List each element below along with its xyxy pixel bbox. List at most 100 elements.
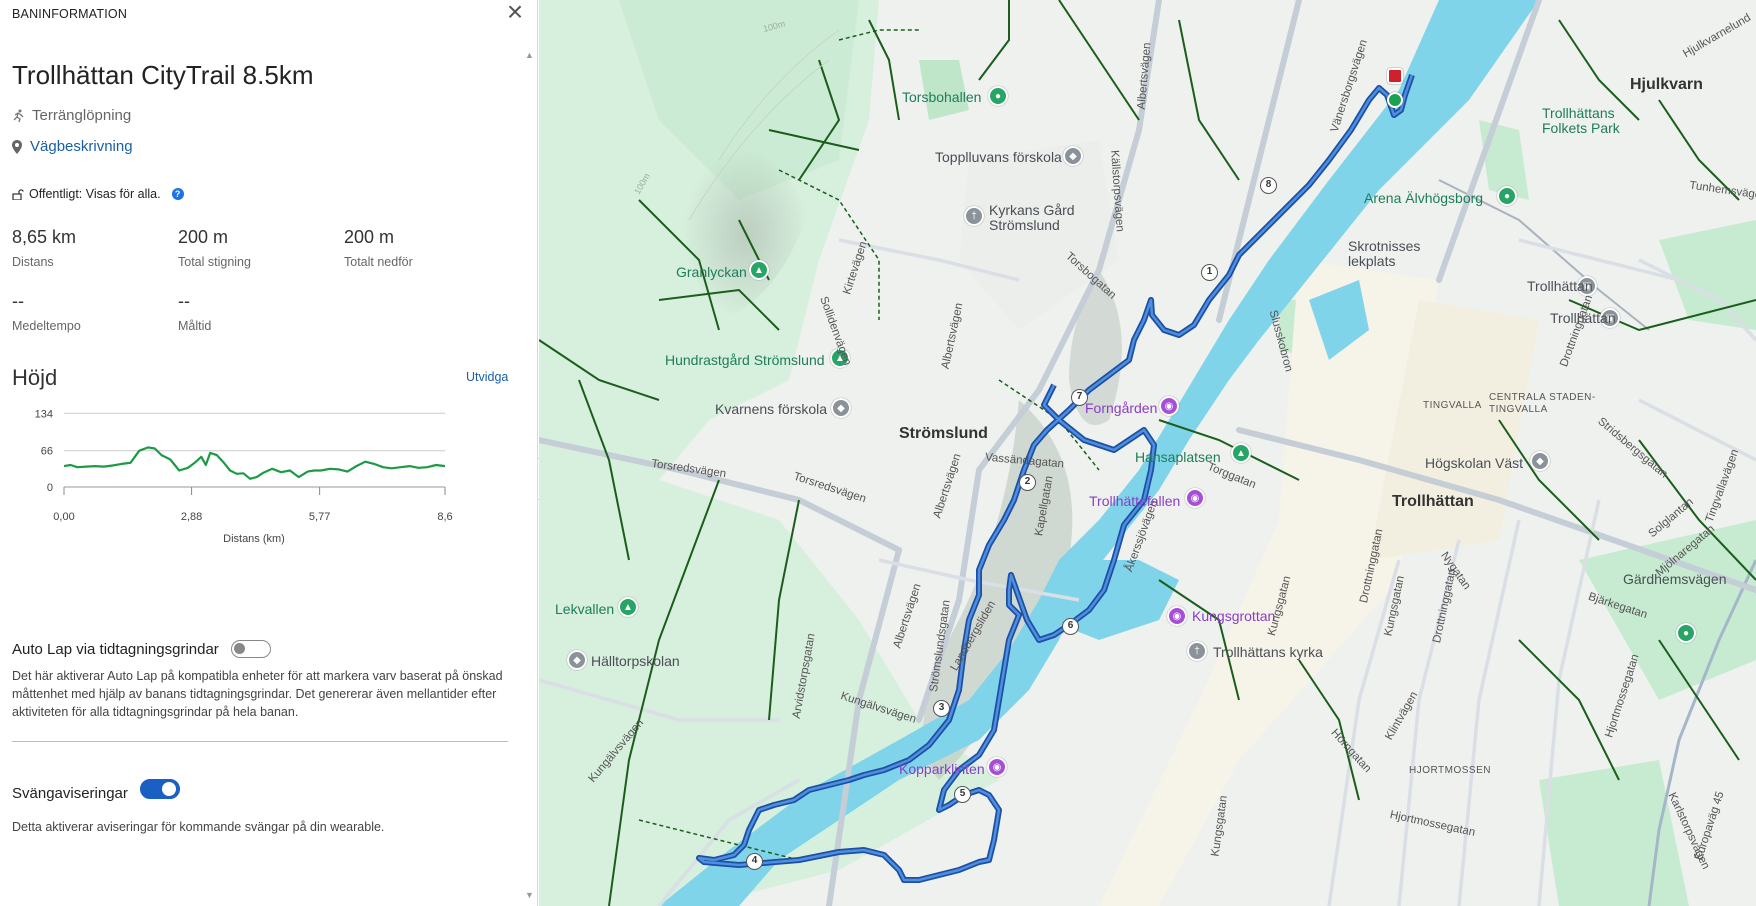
place-label[interactable]: Forngården xyxy=(1085,400,1157,416)
school-icon[interactable]: ◆ xyxy=(831,398,851,418)
place-label[interactable]: Arena Älvhögsborg xyxy=(1364,190,1483,206)
park-icon[interactable]: ▲ xyxy=(749,260,769,280)
place-label[interactable]: Högskolan Väst xyxy=(1425,455,1523,471)
stat-total-ascent: 200 m Total stigning xyxy=(178,227,251,269)
elevation-line xyxy=(63,446,446,480)
sport-venue-icon[interactable]: ● xyxy=(1497,186,1517,206)
x-tick-label: 8,6 xyxy=(437,511,452,523)
place-label[interactable]: Topplluvans förskola xyxy=(935,149,1062,165)
auto-lap-toggle[interactable] xyxy=(230,640,271,658)
place-label[interactable]: Kyrkans Gård Strömslund xyxy=(989,203,1119,233)
park-icon[interactable]: ▲ xyxy=(618,597,638,617)
auto-lap-description: Det här aktiverar Auto Lap på kompatibla… xyxy=(12,669,503,719)
app-root: BANINFORMATION × ▲ ▼ Trollhättan CityTra… xyxy=(0,0,1756,906)
place-label[interactable]: Kvarnens förskola xyxy=(715,401,827,417)
y-tick-label: 134 xyxy=(35,408,53,420)
close-icon[interactable]: × xyxy=(500,0,530,26)
stat-label: Medeltempo xyxy=(12,319,81,333)
school-icon[interactable]: ◆ xyxy=(1063,146,1083,166)
x-tick-label: 0,00 xyxy=(53,511,74,523)
waypoint-marker[interactable]: 4 xyxy=(746,853,763,870)
location-pin-icon xyxy=(12,139,22,154)
place-label[interactable]: Trollhättans Folkets Park xyxy=(1542,106,1652,136)
map-view[interactable]: 100m 100m 1 2 3 4 5 6 7 8 Torsbohallen ●… xyxy=(539,0,1756,906)
directions-row: Vägbeskrivning xyxy=(12,138,133,155)
finish-flag-icon[interactable] xyxy=(1387,68,1403,84)
district-label: Strömslund xyxy=(899,425,988,442)
road-label: Gärdhemsvägen xyxy=(1623,571,1727,587)
place-label[interactable]: Hälltorpskolan xyxy=(591,653,680,669)
panel-header: BANINFORMATION xyxy=(12,7,128,21)
y-tick-label: 0 xyxy=(47,482,53,494)
church-icon[interactable]: † xyxy=(964,206,984,226)
stat-label: Totalt nedför xyxy=(344,255,413,269)
stat-label: Total stigning xyxy=(178,255,251,269)
auto-lap-row: Auto Lap via tidtagningsgrindar xyxy=(12,640,271,658)
park-icon[interactable]: ▲ xyxy=(1231,443,1251,463)
stat-value: 8,65 km xyxy=(12,227,77,247)
running-icon xyxy=(13,109,24,122)
stat-value: 200 m xyxy=(344,227,395,247)
turn-alerts-row: Svängaviseringar xyxy=(12,775,180,802)
attraction-icon[interactable]: ◉ xyxy=(1185,488,1205,508)
privacy-row: Offentligt: Visas för alla. ? xyxy=(12,187,184,201)
waypoint-marker[interactable]: 3 xyxy=(933,700,950,717)
turn-alerts-label: Svängaviseringar xyxy=(12,785,128,802)
directions-link[interactable]: Vägbeskrivning xyxy=(30,138,133,155)
stat-value: -- xyxy=(178,291,190,311)
activity-type: Terränglöpning xyxy=(12,107,131,124)
expand-link[interactable]: Utvidga xyxy=(466,370,508,384)
waypoint-marker[interactable]: 5 xyxy=(954,786,971,803)
stat-avg-pace: -- Medeltempo xyxy=(12,291,81,333)
place-label[interactable]: Hansaplatsen xyxy=(1135,449,1221,465)
stat-value: -- xyxy=(12,291,24,311)
school-icon[interactable]: ◆ xyxy=(567,650,587,670)
waypoint-marker[interactable]: 8 xyxy=(1260,177,1277,194)
divider xyxy=(12,741,508,742)
place-label[interactable]: Torsbohallen xyxy=(902,89,981,105)
scroll-up-arrow-icon[interactable]: ▲ xyxy=(525,50,534,60)
stat-value: 200 m xyxy=(178,227,229,247)
place-label[interactable]: Trollhättefallen xyxy=(1089,493,1180,509)
park-icon[interactable]: ● xyxy=(1676,623,1696,643)
x-axis-label: Distans (km) xyxy=(223,533,285,545)
school-icon[interactable]: ◆ xyxy=(1530,451,1550,471)
district-label: Hjulkvarn xyxy=(1630,76,1703,93)
stat-distance: 8,65 km Distans xyxy=(12,227,76,269)
place-label[interactable]: Trollhättans kyrka xyxy=(1213,644,1323,660)
waypoint-marker[interactable]: 6 xyxy=(1062,618,1079,635)
sport-venue-icon[interactable]: ● xyxy=(988,86,1008,106)
attraction-icon[interactable]: ◉ xyxy=(1167,606,1187,626)
turn-alerts-toggle[interactable] xyxy=(139,778,180,799)
y-tick-label: 66 xyxy=(41,446,53,458)
elevation-chart: 2001346600,002,885,778,6Distans (km) xyxy=(35,408,453,545)
place-label[interactable]: Kopparklinten xyxy=(899,761,985,777)
x-tick-label: 2,88 xyxy=(181,511,202,523)
place-label[interactable]: Hundrastgård Strömslund xyxy=(665,352,825,368)
turn-alerts-description: Detta aktiverar aviseringar för kommande… xyxy=(12,820,385,834)
place-label[interactable]: Trollhättan xyxy=(1527,278,1593,294)
unlock-icon xyxy=(12,189,24,200)
church-icon[interactable]: † xyxy=(1187,641,1207,661)
waypoint-marker[interactable]: 2 xyxy=(1019,474,1036,491)
course-title: Trollhättan CityTrail 8.5km xyxy=(12,60,314,90)
scroll-down-arrow-icon[interactable]: ▼ xyxy=(525,890,534,900)
stat-goal-time: -- Måltid xyxy=(178,291,211,333)
city-label: Trollhättan xyxy=(1392,493,1474,510)
attraction-icon[interactable]: ◉ xyxy=(987,757,1007,777)
course-info-panel: BANINFORMATION × ▲ ▼ Trollhättan CityTra… xyxy=(0,0,538,906)
stat-total-descent: 200 m Totalt nedför xyxy=(344,227,413,269)
activity-label: Terränglöpning xyxy=(32,107,132,124)
place-label[interactable]: Granlyckan xyxy=(676,264,747,280)
district-label: TINGVALLA xyxy=(1423,400,1482,411)
waypoint-marker[interactable]: 1 xyxy=(1201,264,1218,281)
attraction-icon[interactable]: ◉ xyxy=(1159,396,1179,416)
info-icon[interactable]: ? xyxy=(171,188,184,200)
place-label[interactable]: Lekvallen xyxy=(555,601,614,617)
x-tick-label: 5,77 xyxy=(309,511,330,523)
place-label[interactable]: Skrotnisses lekplats xyxy=(1348,239,1428,269)
stat-label: Distans xyxy=(12,255,54,269)
place-label[interactable]: Kungsgrottan xyxy=(1192,608,1275,624)
start-play-icon[interactable] xyxy=(1387,92,1403,108)
auto-lap-label: Auto Lap via tidtagningsgrindar xyxy=(12,640,219,658)
